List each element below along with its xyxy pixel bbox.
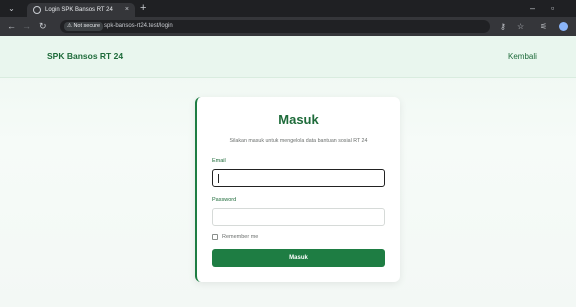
email-field[interactable] — [212, 169, 385, 187]
page-title: Masuk — [278, 112, 319, 127]
password-field[interactable] — [212, 208, 385, 226]
star-icon[interactable]: ☆ — [517, 20, 524, 33]
url-text[interactable]: spk-bansos-rt24.test/login — [104, 21, 173, 32]
close-icon[interactable]: × — [125, 4, 129, 16]
email-label: Email — [212, 158, 226, 164]
text-caret — [218, 174, 219, 183]
browser-tab-bar: ⌄ Login SPK Bansos RT 24 × + – ▫ — [0, 0, 576, 17]
extensions-icon[interactable]: ⚟ — [540, 20, 547, 33]
remember-me-checkbox[interactable] — [212, 234, 218, 240]
login-button[interactable]: Masuk — [212, 249, 385, 267]
tab-search-chevron-down-icon[interactable]: ⌄ — [6, 3, 17, 14]
globe-icon — [33, 6, 41, 14]
back-link[interactable]: Kembali — [508, 51, 537, 62]
password-label: Password — [212, 197, 237, 203]
browser-tab[interactable]: Login SPK Bansos RT 24 × — [27, 3, 135, 17]
tab-title: Login SPK Bansos RT 24 — [45, 7, 113, 13]
login-card: Masuk Silakan masuk untuk mengelola data… — [195, 97, 400, 282]
address-bar[interactable]: ⚠ Not secure spk-bansos-rt24.test/login — [60, 20, 490, 33]
page-content: SPK Bansos RT 24 Kembali Masuk Silakan m… — [0, 36, 576, 307]
plus-icon[interactable]: + — [140, 2, 146, 14]
key-icon[interactable]: ⚷ — [500, 20, 506, 33]
site-header: SPK Bansos RT 24 Kembali — [0, 36, 576, 78]
profile-icon[interactable] — [559, 22, 568, 31]
site-brand[interactable]: SPK Bansos RT 24 — [47, 51, 123, 62]
browser-toolbar: ← → ↻ ⚠ Not secure spk-bansos-rt24.test/… — [0, 17, 576, 36]
not-secure-badge[interactable]: ⚠ Not secure — [64, 22, 104, 31]
forward-icon[interactable]: → — [22, 20, 31, 33]
remember-me-label[interactable]: Remember me — [222, 233, 258, 241]
minimize-icon[interactable]: – — [530, 2, 535, 14]
reload-icon[interactable]: ↻ — [39, 20, 47, 33]
maximize-icon[interactable]: ▫ — [551, 2, 554, 14]
back-icon[interactable]: ← — [7, 20, 16, 33]
login-subtitle: Silakan masuk untuk mengelola data bantu… — [229, 138, 368, 144]
